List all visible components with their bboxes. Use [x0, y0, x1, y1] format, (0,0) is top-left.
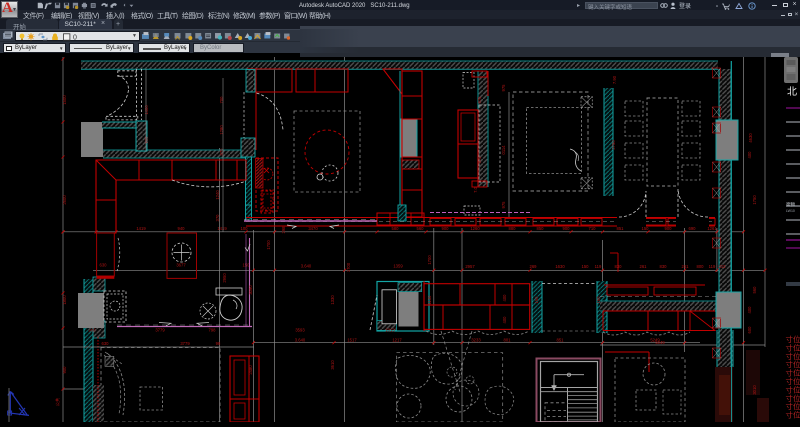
- svg-text:400: 400: [747, 151, 752, 159]
- svg-text:900: 900: [665, 226, 673, 231]
- svg-text:975: 975: [477, 156, 482, 164]
- svg-text:北: 北: [787, 86, 797, 98]
- svg-text:3233: 3233: [471, 338, 481, 343]
- svg-text:7.90: 7.90: [612, 75, 617, 84]
- svg-text:900: 900: [442, 226, 450, 231]
- svg-text:1240: 1240: [215, 190, 220, 200]
- svg-text:寸位置: 寸位置: [786, 410, 800, 420]
- svg-text:3.640: 3.640: [295, 338, 306, 343]
- svg-text:560: 560: [417, 226, 425, 231]
- svg-text:2957: 2957: [465, 264, 475, 269]
- svg-text:3677: 3677: [176, 263, 186, 268]
- svg-text:LW10: LW10: [786, 209, 795, 213]
- svg-text:3010: 3010: [752, 385, 757, 395]
- svg-text:1330: 1330: [330, 295, 335, 305]
- svg-text:1700: 1700: [266, 240, 271, 250]
- svg-text:4630: 4630: [748, 133, 753, 143]
- svg-text:3470: 3470: [308, 226, 318, 231]
- svg-text:370: 370: [215, 214, 220, 222]
- svg-text:400: 400: [747, 306, 752, 314]
- svg-text:600: 600: [89, 328, 97, 333]
- svg-text:1261: 1261: [707, 226, 717, 231]
- svg-text:1500: 1500: [62, 95, 67, 105]
- svg-text:150: 150: [534, 296, 539, 304]
- svg-text:900: 900: [563, 226, 571, 231]
- svg-text:登录: 登录: [679, 2, 691, 10]
- svg-text:298: 298: [281, 226, 286, 234]
- svg-text:1260: 1260: [470, 226, 480, 231]
- svg-text:850: 850: [537, 226, 545, 231]
- svg-text:3779: 3779: [180, 341, 190, 346]
- svg-text:150: 150: [642, 226, 650, 231]
- svg-text:150: 150: [582, 264, 590, 269]
- svg-text:1700: 1700: [427, 255, 432, 265]
- svg-text:830: 830: [660, 264, 668, 269]
- svg-text:400: 400: [502, 294, 507, 302]
- svg-text:900: 900: [62, 366, 67, 374]
- svg-text:900: 900: [144, 136, 149, 144]
- svg-text:2950: 2950: [222, 273, 227, 283]
- svg-text:269: 269: [530, 264, 538, 269]
- svg-text:690: 690: [689, 226, 697, 231]
- svg-text:1630: 1630: [555, 264, 565, 269]
- svg-text:800: 800: [697, 264, 705, 269]
- svg-text:940: 940: [178, 226, 186, 231]
- svg-text:1750: 1750: [752, 195, 757, 205]
- svg-text:630: 630: [102, 341, 110, 346]
- svg-text:830: 830: [615, 264, 623, 269]
- svg-text:3090: 3090: [248, 285, 253, 295]
- svg-text:851: 851: [557, 338, 565, 343]
- svg-text:975: 975: [501, 201, 506, 209]
- svg-text:880: 880: [509, 226, 517, 231]
- svg-text:119: 119: [709, 264, 716, 269]
- svg-text:5049: 5049: [655, 340, 665, 345]
- svg-text:150: 150: [596, 296, 601, 304]
- svg-text:2790: 2790: [611, 140, 616, 150]
- svg-text:851: 851: [617, 226, 625, 231]
- svg-text:0114: 0114: [501, 145, 506, 155]
- svg-text:3593: 3593: [295, 328, 305, 333]
- svg-text:公共: 公共: [54, 398, 61, 406]
- svg-text:1130: 1130: [427, 295, 432, 305]
- svg-text:261: 261: [640, 264, 648, 269]
- svg-text:600: 600: [747, 326, 752, 334]
- svg-text:7.0: 7.0: [473, 186, 478, 192]
- svg-text:2480: 2480: [248, 365, 253, 375]
- svg-text:2600: 2600: [62, 195, 67, 205]
- svg-text:400: 400: [502, 316, 507, 324]
- svg-text:580: 580: [392, 226, 400, 231]
- svg-text:1013: 1013: [385, 328, 395, 333]
- svg-text:560: 560: [752, 286, 757, 294]
- svg-text:710: 710: [589, 226, 597, 231]
- svg-text:975: 975: [477, 96, 482, 104]
- svg-text:119: 119: [595, 264, 602, 269]
- svg-text:1217: 1217: [392, 338, 402, 343]
- svg-text:261: 261: [682, 264, 690, 269]
- svg-text:1419: 1419: [136, 226, 146, 231]
- svg-text:窖物: 窖物: [786, 201, 795, 208]
- svg-text:798: 798: [209, 328, 217, 333]
- svg-text:3610: 3610: [330, 360, 335, 370]
- svg-text:1700: 1700: [346, 262, 351, 272]
- svg-text:630: 630: [100, 263, 108, 268]
- svg-text:3.640: 3.640: [301, 264, 312, 269]
- svg-text:1400: 1400: [144, 105, 149, 115]
- svg-text:975: 975: [501, 84, 506, 92]
- svg-text:213: 213: [719, 264, 727, 269]
- svg-text:1800: 1800: [62, 295, 67, 305]
- svg-text:0: 0: [73, 34, 77, 41]
- svg-text:98: 98: [216, 341, 221, 346]
- svg-text:801: 801: [504, 338, 512, 343]
- svg-text:1359: 1359: [393, 264, 403, 269]
- svg-text:1419: 1419: [217, 226, 227, 231]
- svg-text:3779: 3779: [155, 328, 165, 333]
- svg-text:1517: 1517: [347, 338, 357, 343]
